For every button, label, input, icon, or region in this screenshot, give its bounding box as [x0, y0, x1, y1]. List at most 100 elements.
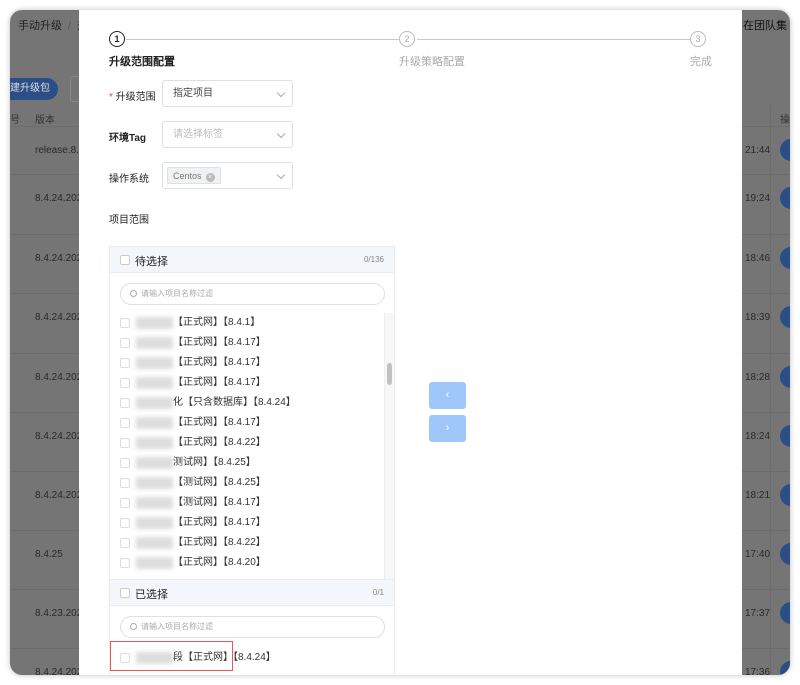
- os-label: 操作系统: [109, 174, 149, 185]
- panel-title: 待选择: [135, 256, 168, 268]
- item-label: 【正式网】【8.4.1】: [173, 317, 261, 328]
- highlight-box: [110, 641, 233, 671]
- item-label: 【正式网】【8.4.17】: [173, 357, 266, 368]
- row-version: 8.4.23.202: [35, 608, 83, 619]
- item-label: 【正式网】【8.4.22】: [173, 537, 266, 548]
- redacted-name: [136, 477, 173, 489]
- item-checkbox[interactable]: [120, 338, 130, 348]
- move-left-button[interactable]: ‹: [429, 382, 466, 409]
- item-label: 【正式网】【8.4.17】: [173, 337, 266, 348]
- item-checkbox[interactable]: [120, 418, 130, 428]
- row-time: 19:24: [745, 193, 771, 204]
- search-icon: [130, 623, 137, 630]
- list-item[interactable]: 【正式网】【8.4.22】: [110, 533, 380, 553]
- scope-label: * 升级范围: [109, 92, 156, 103]
- move-right-button[interactable]: ›: [429, 415, 466, 442]
- item-label: 【测试网】【8.4.17】: [173, 497, 266, 508]
- source-panel: 待选择 0/136 请输入项目名称过滤 【正式网】【8.4.1】 【正式网】【8.4…: [109, 246, 395, 587]
- redacted-name: [136, 317, 173, 329]
- item-checkbox[interactable]: [120, 498, 130, 508]
- row-version: 8.4.24.202: [35, 253, 83, 264]
- row-version: 8.4.24.202: [35, 312, 83, 323]
- list-item[interactable]: 【正式网】【8.4.17】: [110, 413, 380, 433]
- os-select[interactable]: Centos ×: [162, 162, 293, 189]
- list-item[interactable]: 【测试网】【8.4.25】: [110, 473, 380, 493]
- step-2-label: 升级策略配置: [399, 56, 465, 68]
- select-all-checkbox[interactable]: [120, 255, 130, 265]
- redacted-name: [136, 557, 173, 569]
- item-checkbox[interactable]: [120, 558, 130, 568]
- item-checkbox[interactable]: [120, 318, 130, 328]
- row-time: 17:37: [745, 608, 771, 619]
- row-time: 17:36: [745, 667, 771, 675]
- search-icon: [130, 290, 137, 297]
- redacted-name: [136, 417, 173, 429]
- row-time: 17:40: [745, 549, 771, 560]
- item-checkbox[interactable]: [120, 538, 130, 548]
- list-item[interactable]: 测试网】【8.4.25】: [110, 453, 380, 473]
- redacted-name: [136, 337, 173, 349]
- item-checkbox[interactable]: [120, 438, 130, 448]
- scrollbar[interactable]: [384, 313, 394, 587]
- step-2-icon: 2: [399, 31, 415, 47]
- item-checkbox[interactable]: [120, 478, 130, 488]
- item-label: 化【只含数据库】【8.4.24】: [173, 397, 296, 408]
- redacted-name: [136, 357, 173, 369]
- step-1-icon: 1: [109, 31, 125, 47]
- scope-select[interactable]: 指定项目: [162, 80, 293, 107]
- list-item[interactable]: 【正式网】【8.4.17】: [110, 353, 380, 373]
- chevron-down-icon: [276, 129, 286, 139]
- upgrade-modal: 1 2 3 升级范围配置 升级策略配置 完成 * 升级范围 指定项目 环境Tag…: [79, 10, 742, 675]
- list-item[interactable]: 【正式网】【8.4.1】: [110, 313, 380, 333]
- item-checkbox[interactable]: [120, 378, 130, 388]
- item-checkbox[interactable]: [120, 518, 130, 528]
- item-label: 【正式网】【8.4.17】: [173, 377, 266, 388]
- item-checkbox[interactable]: [120, 358, 130, 368]
- row-version: 8.4.24.202: [35, 667, 83, 675]
- redacted-name: [136, 377, 173, 389]
- list-item[interactable]: 【正式网】【8.4.17】: [110, 513, 380, 533]
- step-3-label: 完成: [690, 56, 712, 68]
- list-item[interactable]: 【正式网】【8.4.17】: [110, 373, 380, 393]
- row-time: 18:28: [745, 372, 771, 383]
- scrollbar-thumb[interactable]: [387, 363, 392, 385]
- list-item[interactable]: 【测试网】【8.4.17】: [110, 493, 380, 513]
- panel-count: 0/1: [372, 588, 384, 597]
- list-item[interactable]: 化【只含数据库】【8.4.24】: [110, 393, 380, 413]
- redacted-name: [136, 397, 173, 409]
- step-1-label: 升级范围配置: [109, 56, 175, 68]
- breadcrumb-item[interactable]: 手动升级: [18, 20, 62, 32]
- col-header-no: 号: [10, 115, 20, 126]
- breadcrumb: 手动升级/升: [18, 17, 88, 33]
- bg-title: 在团队集: [743, 20, 787, 32]
- source-search-input[interactable]: 请输入项目名称过滤: [120, 283, 385, 305]
- col-header-op: 操: [780, 115, 790, 126]
- list-item[interactable]: 【正式网】【8.4.17】: [110, 333, 380, 353]
- redacted-name: [136, 457, 173, 469]
- col-header-version: 版本: [35, 115, 55, 126]
- target-search-input[interactable]: 请输入项目名称过滤: [120, 616, 385, 638]
- item-label: 【正式网】【8.4.22】: [173, 437, 266, 448]
- chevron-down-icon: [276, 88, 286, 98]
- row-version: 8.4.24.202: [35, 372, 83, 383]
- os-tag: Centos ×: [167, 167, 221, 184]
- select-all-checkbox[interactable]: [120, 588, 130, 598]
- item-checkbox[interactable]: [120, 398, 130, 408]
- row-version: 8.4.24.202: [35, 193, 83, 204]
- step-3-icon: 3: [690, 31, 706, 47]
- row-version: 8.4.24.202: [35, 431, 83, 442]
- list-item[interactable]: 【正式网】【8.4.22】: [110, 433, 380, 453]
- env-tag-select[interactable]: 请选择标签: [162, 121, 293, 148]
- item-checkbox[interactable]: [120, 458, 130, 468]
- row-time: 21:44: [745, 145, 771, 156]
- row-time: 18:24: [745, 431, 771, 442]
- panel-title: 已选择: [135, 589, 168, 601]
- create-package-button[interactable]: 创建升级包: [10, 78, 58, 100]
- item-label: 【正式网】【8.4.20】: [173, 557, 266, 568]
- row-time: 18:46: [745, 253, 771, 264]
- close-icon[interactable]: ×: [205, 173, 215, 182]
- app-window: 手动升级/升 创建升级包 在团队集 号 版本 操 release.8.4 21:4…: [10, 10, 790, 675]
- redacted-name: [136, 497, 173, 509]
- list-item[interactable]: 【正式网】【8.4.20】: [110, 553, 380, 573]
- item-label: 【正式网】【8.4.17】: [173, 517, 266, 528]
